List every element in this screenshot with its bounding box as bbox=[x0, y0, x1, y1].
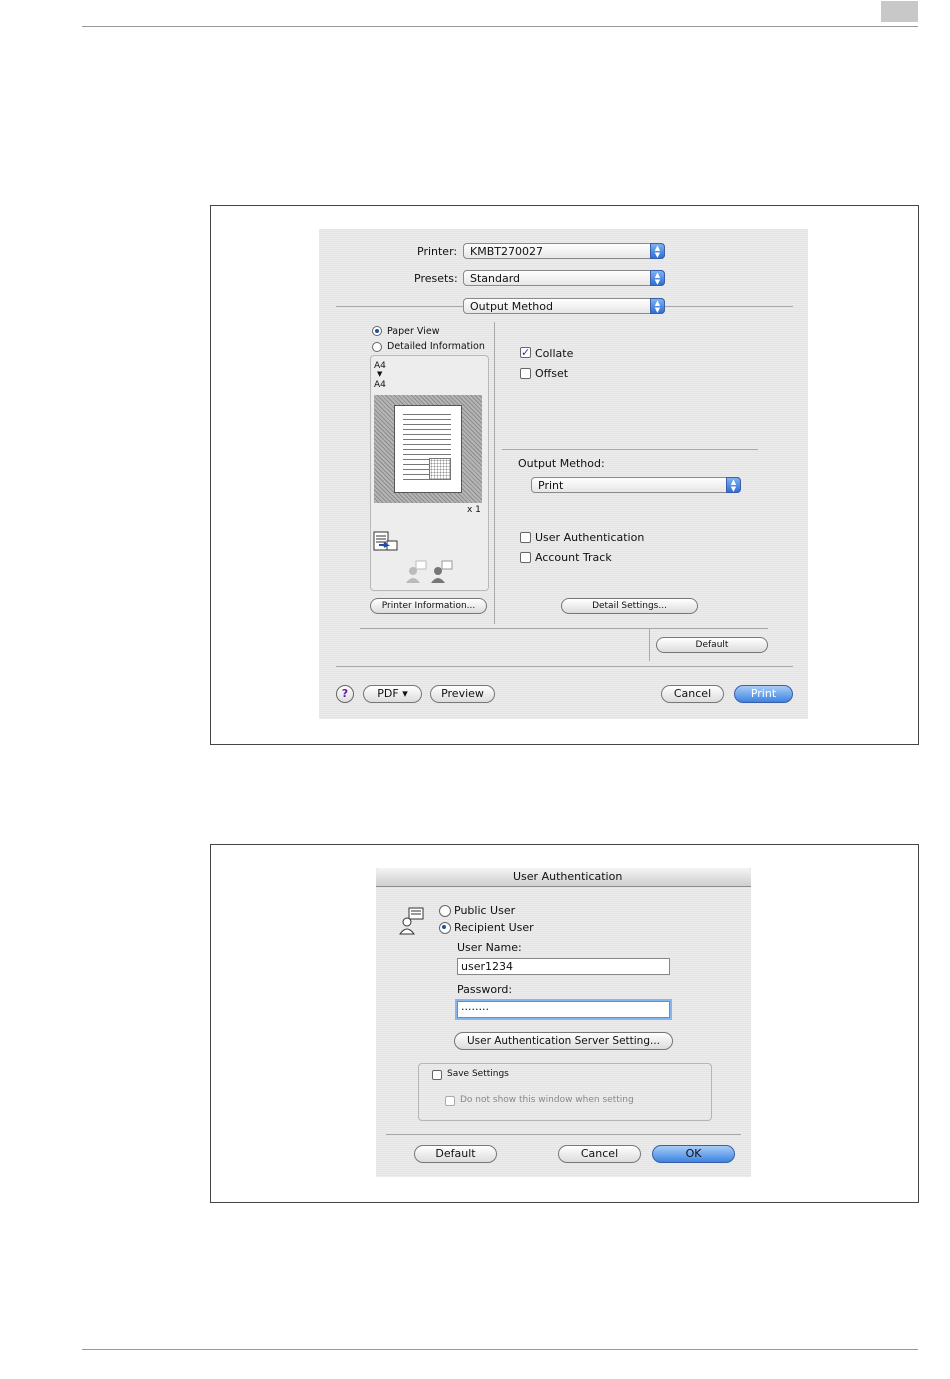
options-divider bbox=[502, 449, 758, 450]
popup-arrows-icon: ▲ ▼ bbox=[650, 298, 665, 314]
paper-view-label: Paper View bbox=[387, 326, 440, 337]
output-method-select[interactable]: Print ▲ ▼ bbox=[531, 477, 741, 493]
output-method-value: Print bbox=[538, 479, 564, 492]
printer-information-button[interactable]: Printer Information... bbox=[370, 598, 487, 614]
auth-default-button[interactable]: Default bbox=[414, 1145, 497, 1163]
default-row-vsep bbox=[649, 629, 650, 661]
default-row-divider bbox=[360, 628, 768, 629]
user-authentication-checkbox[interactable] bbox=[520, 532, 531, 543]
popup-arrows-icon: ▲ ▼ bbox=[650, 243, 665, 259]
password-input[interactable]: ········ bbox=[457, 1001, 670, 1018]
auth-dialog-title: User Authentication bbox=[513, 870, 623, 883]
save-settings-label: Save Settings bbox=[447, 1069, 509, 1079]
recipient-user-label: Recipient User bbox=[454, 921, 534, 934]
panel-divider-left bbox=[336, 306, 463, 307]
collate-label: Collate bbox=[535, 347, 574, 360]
popup-arrows-icon: ▲ ▼ bbox=[726, 477, 741, 493]
presets-select[interactable]: Standard ▲ ▼ bbox=[463, 270, 665, 286]
presets-label: Presets: bbox=[414, 272, 458, 285]
panel-select-value: Output Method bbox=[470, 300, 553, 313]
paper-sheet bbox=[394, 405, 462, 493]
offset-label: Offset bbox=[535, 367, 569, 380]
help-button[interactable]: ? bbox=[336, 685, 354, 703]
account-track-checkbox[interactable] bbox=[520, 552, 531, 563]
offset-checkbox[interactable] bbox=[520, 368, 531, 379]
detail-settings-button[interactable]: Detail Settings... bbox=[561, 598, 698, 614]
printer-label: Printer: bbox=[417, 245, 458, 258]
account-track-label: Account Track bbox=[535, 551, 612, 564]
presets-select-value: Standard bbox=[470, 272, 521, 285]
recipient-user-radio[interactable] bbox=[439, 922, 451, 934]
image-placeholder-icon bbox=[429, 458, 451, 480]
auth-footer-divider bbox=[386, 1134, 741, 1135]
tray-output-icon bbox=[373, 531, 398, 551]
public-user-radio[interactable] bbox=[439, 905, 451, 917]
cancel-button[interactable]: Cancel bbox=[661, 685, 724, 703]
default-button[interactable]: Default bbox=[656, 637, 768, 653]
footer-rule bbox=[82, 1349, 918, 1350]
user-name-label: User Name: bbox=[457, 941, 522, 954]
popup-arrows-icon: ▲ ▼ bbox=[650, 270, 665, 286]
panel-divider-right bbox=[665, 306, 793, 307]
public-user-label: Public User bbox=[454, 904, 516, 917]
password-label: Password: bbox=[457, 983, 513, 996]
print-button[interactable]: Print bbox=[734, 685, 793, 703]
print-dialog: Printer: KMBT270027 ▲ ▼ Presets: Standard… bbox=[319, 229, 808, 719]
pane-divider bbox=[494, 322, 495, 624]
do-not-show-checkbox[interactable] bbox=[445, 1096, 455, 1106]
server-setting-button[interactable]: User Authentication Server Setting... bbox=[454, 1032, 673, 1050]
auth-dialog: User Authentication Public User Recipien… bbox=[376, 868, 751, 1177]
paper-preview bbox=[374, 395, 482, 503]
paper-size-arrow: ▼ bbox=[377, 370, 383, 378]
save-settings-checkbox[interactable] bbox=[432, 1070, 442, 1080]
do-not-show-label: Do not show this window when setting bbox=[460, 1095, 634, 1105]
paper-view-radio[interactable] bbox=[372, 326, 382, 336]
output-method-label: Output Method: bbox=[518, 457, 605, 470]
auth-ok-button[interactable]: OK bbox=[652, 1145, 735, 1163]
preview-button[interactable]: Preview bbox=[430, 685, 495, 703]
header-tab-block bbox=[881, 1, 918, 22]
user-name-input[interactable]: user1234 bbox=[457, 958, 670, 975]
pdf-button[interactable]: PDF ▾ bbox=[363, 685, 422, 703]
user-authentication-label: User Authentication bbox=[535, 531, 645, 544]
footer-divider bbox=[336, 666, 793, 667]
detailed-information-label: Detailed Information bbox=[387, 341, 485, 352]
collate-checkbox[interactable]: ✓ bbox=[520, 347, 531, 358]
user-auth-icon bbox=[398, 906, 426, 936]
printer-select-value: KMBT270027 bbox=[470, 245, 543, 258]
paper-size-to: A4 bbox=[374, 380, 386, 390]
copies-count: x 1 bbox=[467, 505, 481, 515]
users-icon bbox=[404, 559, 456, 585]
header-rule bbox=[82, 26, 918, 27]
printer-select[interactable]: KMBT270027 ▲ ▼ bbox=[463, 243, 665, 259]
detailed-information-radio[interactable] bbox=[372, 342, 382, 352]
panel-select[interactable]: Output Method ▲ ▼ bbox=[463, 298, 665, 314]
auth-cancel-button[interactable]: Cancel bbox=[558, 1145, 641, 1163]
